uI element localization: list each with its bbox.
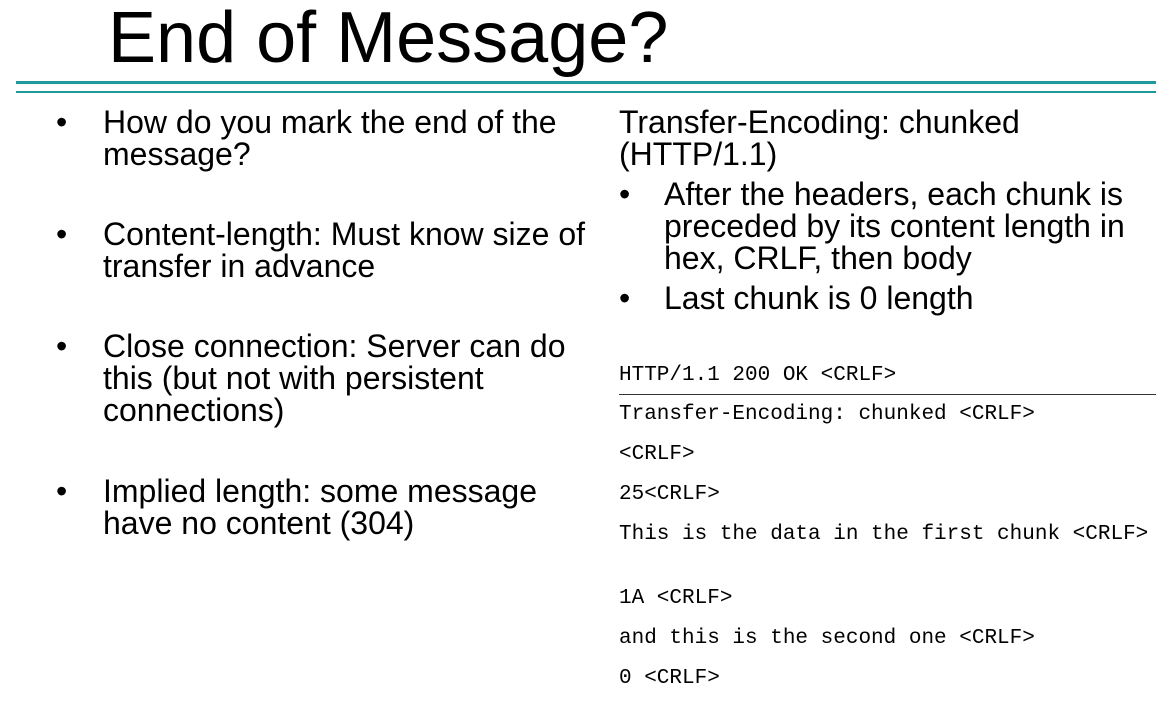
- code-line-transfer-encoding: Transfer-Encoding: chunked <CRLF>: [619, 403, 1035, 426]
- bullet-text: Implied length: some message have no con…: [103, 473, 537, 541]
- title-divider-top: [16, 81, 1156, 84]
- code-line-status: HTTP/1.1 200 OK <CRLF>: [619, 364, 897, 387]
- bullet-dot-icon: •: [56, 216, 68, 252]
- bullet-text: Content-length: Must know size of transf…: [103, 216, 586, 284]
- code-line-last-chunk: 0 <CRLF>: [619, 667, 720, 690]
- sub-bullet-text: Last chunk is 0 length: [664, 280, 974, 316]
- bullet-dot-icon: •: [619, 280, 631, 316]
- bullet-dot-icon: •: [56, 104, 68, 140]
- code-line-chunk-data-2: and this is the second one <CRLF>: [619, 627, 1035, 650]
- bullet-text: How do you mark the end of the message?: [103, 104, 557, 172]
- code-line-blank-crlf: <CRLF>: [619, 443, 695, 466]
- bullet-dot-icon: •: [56, 328, 68, 364]
- code-divider: [619, 394, 1156, 395]
- code-line-chunk-size-1: 25<CRLF>: [619, 483, 720, 506]
- code-line-chunk-data-1: This is the data in the first chunk <CRL…: [619, 523, 1149, 546]
- bullet-dot-icon: •: [619, 176, 631, 212]
- slide-title: End of Message?: [108, 0, 669, 78]
- sub-bullet-text: After the headers, each chunk is precede…: [664, 176, 1125, 276]
- bullet-dot-icon: •: [56, 473, 68, 509]
- bullet-text: Close connection: Server can do this (bu…: [103, 328, 566, 428]
- chunked-encoding-heading: Transfer-Encoding: chunked (HTTP/1.1): [619, 104, 1020, 172]
- title-divider-bottom: [16, 91, 1156, 93]
- code-line-chunk-size-2: 1A <CRLF>: [619, 587, 733, 610]
